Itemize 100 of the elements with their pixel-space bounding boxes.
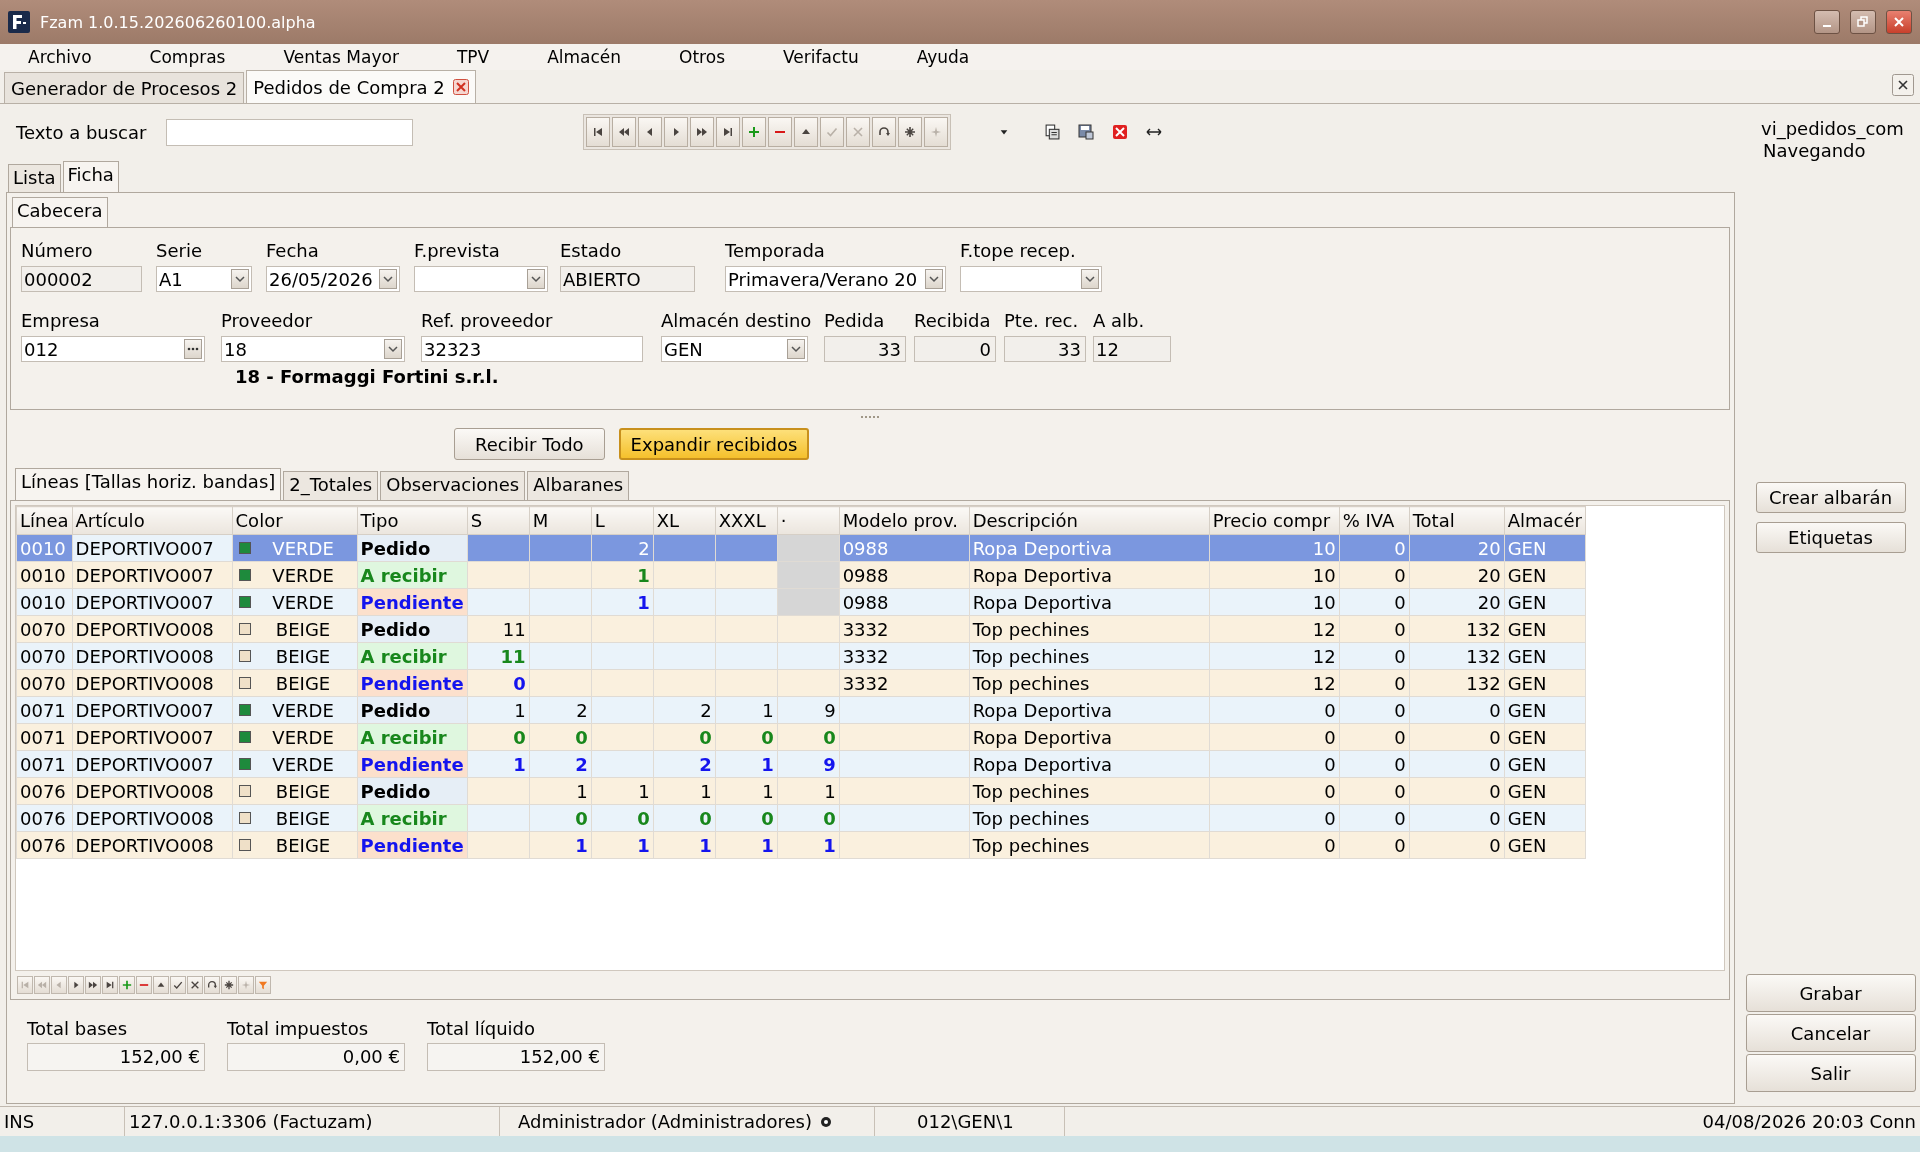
funnel-icon[interactable]	[258, 980, 268, 990]
view-tab[interactable]: Ficha	[62, 161, 119, 192]
redo-arrow-icon[interactable]	[878, 126, 891, 138]
table-row[interactable]: 0076 DEPORTIVO008 BEIGE Pedido 1 1 1 1 1 Top pechines 0 0 0 GEN	[16, 777, 1586, 805]
table-cell: Top pechines	[969, 777, 1210, 805]
menu-item[interactable]: Archivo	[28, 44, 92, 70]
input-field[interactable]: 012	[21, 336, 205, 362]
column-header[interactable]: L	[591, 506, 654, 535]
dropdown-field[interactable]: Primavera/Verano 20	[725, 266, 946, 292]
minimize-button[interactable]	[1814, 10, 1840, 34]
table-row[interactable]: 0076 DEPORTIVO008 BEIGE A recibir 0 0 0 0 0 Top pechines 0 0 0 GEN	[16, 804, 1586, 832]
view-tab[interactable]: Lista	[8, 164, 61, 192]
dropdown-button[interactable]	[787, 339, 805, 359]
delete-icon[interactable]	[1112, 124, 1129, 140]
first-page-icon[interactable]	[592, 126, 605, 138]
close-icon[interactable]	[1892, 74, 1914, 96]
table-row[interactable]: 0076 DEPORTIVO008 BEIGE Pendiente 1 1 1 1 1 Top pechines 0 0 0 GEN	[16, 831, 1586, 859]
dropdown-button[interactable]	[1081, 269, 1099, 289]
asterisk-icon[interactable]	[904, 126, 917, 138]
table-row[interactable]: 0070 DEPORTIVO008 BEIGE A recibir 11 3332 Top pechines 12 0 132 GEN	[16, 642, 1586, 670]
redo-arrow-icon[interactable]	[207, 980, 217, 990]
document-tab[interactable]: Generador de Procesos 2	[4, 72, 245, 103]
menu-item[interactable]: Verifactu	[783, 44, 859, 70]
column-header[interactable]: Total	[1409, 506, 1505, 535]
table-row[interactable]: 0070 DEPORTIVO008 BEIGE Pendiente 0 3332 Top pechines 12 0 132 GEN	[16, 669, 1586, 697]
column-header[interactable]: XL	[653, 506, 716, 535]
side-button[interactable]: Crear albarán	[1755, 482, 1906, 513]
side-button[interactable]: Etiquetas	[1755, 522, 1906, 553]
last-page-icon[interactable]	[105, 980, 115, 990]
lines-tab[interactable]: 2_Totales	[283, 471, 379, 500]
column-header[interactable]: M	[529, 506, 592, 535]
table-row[interactable]: 0010 DEPORTIVO007 VERDE Pendiente 1 0988 Ropa Deportiva 10 0 20 GEN	[16, 588, 1586, 616]
column-header[interactable]: ·	[777, 506, 840, 535]
lines-tab[interactable]: Líneas [Tallas horiz. bandas]	[15, 468, 282, 500]
input-field: 0	[914, 336, 996, 362]
dropdown-field[interactable]	[960, 266, 1102, 292]
form-button[interactable]: Salir	[1745, 1054, 1916, 1092]
menu-item[interactable]: TPV	[456, 44, 490, 70]
column-header[interactable]: Color	[232, 506, 358, 535]
close-button[interactable]	[1886, 10, 1912, 34]
document-tab[interactable]: Pedidos de Compra 2	[246, 70, 476, 103]
dropdown-button[interactable]	[379, 269, 397, 289]
section-tab[interactable]: Cabecera	[12, 197, 108, 227]
dropdown-field[interactable]: 18	[221, 336, 405, 362]
restore-button[interactable]	[1850, 10, 1876, 34]
column-header[interactable]: Tipo	[357, 506, 468, 535]
lines-tab[interactable]: Observaciones	[380, 471, 526, 500]
column-header[interactable]: Modelo prov.	[839, 506, 970, 535]
table-row[interactable]: 0070 DEPORTIVO008 BEIGE Pedido 11 3332 Top pechines 12 0 132 GEN	[16, 615, 1586, 643]
table-row[interactable]: 0071 DEPORTIVO007 VERDE Pedido 1 2 2 1 9 Ropa Deportiva 0 0 0 GEN	[16, 696, 1586, 724]
plus-icon[interactable]	[748, 126, 761, 138]
close-tab-icon[interactable]	[452, 79, 469, 95]
double-right-icon[interactable]	[696, 126, 709, 138]
last-page-icon[interactable]	[722, 126, 735, 138]
input-field[interactable]: 32323	[421, 336, 643, 362]
check-icon[interactable]	[173, 980, 183, 990]
column-header[interactable]: Almacér	[1504, 506, 1586, 535]
dropdown-button[interactable]	[384, 339, 402, 359]
table-cell: 0	[1209, 804, 1340, 832]
column-header[interactable]: Descripción	[969, 506, 1210, 535]
dropdown-button[interactable]	[527, 269, 545, 289]
table-row[interactable]: 0071 DEPORTIVO007 VERDE Pendiente 1 2 2 1 9 Ropa Deportiva 0 0 0 GEN	[16, 750, 1586, 778]
dropdown-field[interactable]: A1	[156, 266, 252, 292]
search-field[interactable]	[166, 118, 414, 146]
dropdown-button[interactable]	[925, 269, 943, 289]
dropdown-field[interactable]: 26/05/2026	[266, 266, 400, 292]
double-arrow-icon[interactable]	[1146, 126, 1163, 138]
dropdown-field[interactable]: GEN	[661, 336, 808, 362]
action-button[interactable]: Recibir Todo	[454, 428, 605, 460]
column-header[interactable]: S	[467, 506, 530, 535]
cross-icon[interactable]	[190, 980, 200, 990]
right-triangle-icon[interactable]	[71, 980, 81, 990]
menu-item[interactable]: Almacén	[547, 44, 622, 70]
form-button[interactable]: Cancelar	[1745, 1014, 1916, 1052]
double-right-icon[interactable]	[88, 980, 98, 990]
column-header[interactable]: Artículo	[72, 506, 233, 535]
dropdown-button[interactable]	[231, 269, 249, 289]
table-row[interactable]: 0071 DEPORTIVO007 VERDE A recibir 0 0 0 0 0 Ropa Deportiva 0 0 0 GEN	[16, 723, 1586, 751]
plus-icon[interactable]	[122, 980, 132, 990]
menu-item[interactable]: Otros	[679, 44, 725, 70]
caret-icon[interactable]	[999, 127, 1010, 137]
asterisk-icon[interactable]	[224, 980, 234, 990]
form-button[interactable]: Grabar	[1745, 974, 1916, 1012]
lines-tab[interactable]: Albaranes	[527, 471, 630, 500]
action-button[interactable]: Expandir recibidos	[618, 428, 810, 460]
field-label: Fecha	[266, 240, 320, 263]
table-row[interactable]: 0010 DEPORTIVO007 VERDE Pedido 2 0988 Ropa Deportiva 10 0 20 GEN	[16, 534, 1586, 562]
table-row[interactable]: 0010 DEPORTIVO007 VERDE A recibir 1 0988 Ropa Deportiva 10 0 20 GEN	[16, 561, 1586, 589]
ellipsis-button[interactable]	[184, 339, 202, 359]
up-triangle-icon[interactable]	[156, 980, 166, 990]
double-left-icon[interactable]	[618, 126, 631, 138]
column-header[interactable]: % IVA	[1339, 506, 1410, 535]
menu-item[interactable]: Ayuda	[916, 44, 970, 70]
menu-item[interactable]: Ventas Mayor	[283, 44, 399, 70]
dropdown-field[interactable]	[414, 266, 548, 292]
column-header[interactable]: Línea	[16, 506, 73, 535]
column-header[interactable]: XXXL	[715, 506, 778, 535]
column-header[interactable]: Precio compr	[1209, 506, 1340, 535]
document-copy-icon[interactable]	[1044, 124, 1061, 140]
menu-item[interactable]: Compras	[149, 44, 226, 70]
